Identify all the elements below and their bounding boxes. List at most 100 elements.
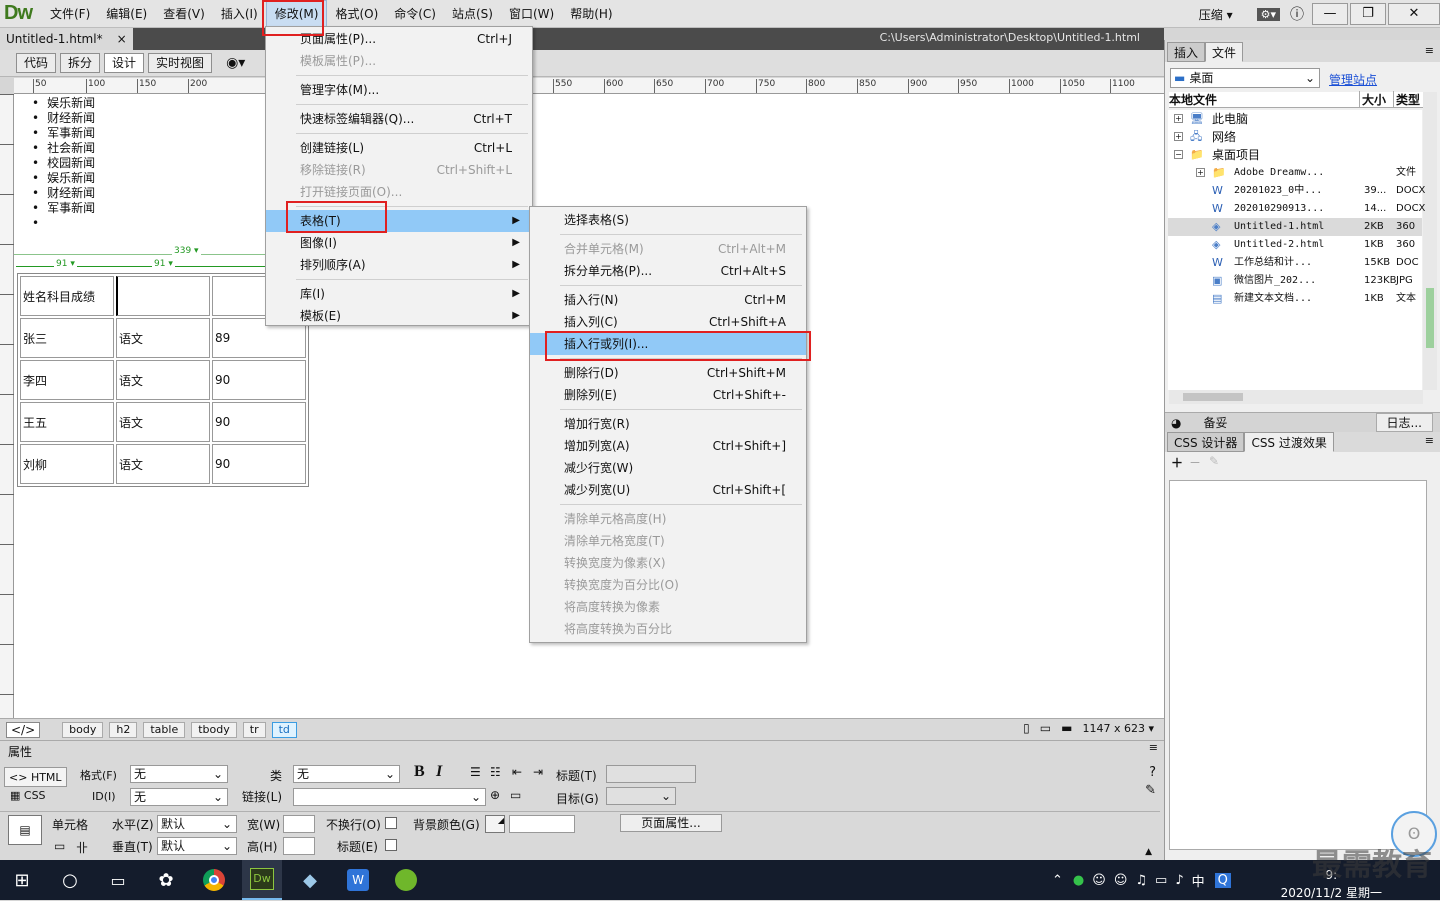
tab-files[interactable]: 文件: [1205, 42, 1244, 62]
menu-item[interactable]: 模板(E) ▶: [266, 305, 532, 327]
tag-td[interactable]: td: [271, 721, 297, 738]
table-cell[interactable]: 90: [212, 402, 306, 442]
bg-color-swatch[interactable]: ◢: [485, 815, 505, 833]
menu-item[interactable]: 快速标签编辑器(Q)... Ctrl+T: [266, 108, 532, 130]
title-input[interactable]: [606, 765, 696, 783]
split-cells-icon[interactable]: 卝: [76, 839, 88, 856]
header-checkbox[interactable]: [385, 839, 397, 851]
collapse-arrow-icon[interactable]: ▲: [1145, 847, 1152, 857]
browse-folder-icon[interactable]: ▭: [510, 788, 521, 802]
point-to-file-icon[interactable]: ⊕: [490, 788, 500, 802]
file-row[interactable]: ◈ Untitled-1.html 2KB 360: [1168, 218, 1422, 236]
file-row[interactable]: − 📁 桌面项目: [1168, 146, 1422, 164]
menu-7[interactable]: 站点(S): [444, 0, 501, 28]
globe-icon[interactable]: ◉▾: [226, 55, 245, 71]
bg-color-input[interactable]: [509, 815, 575, 833]
menu-2[interactable]: 查看(V): [155, 0, 213, 28]
melon-app-icon[interactable]: [386, 860, 426, 900]
merge-cells-icon[interactable]: ▭: [54, 839, 65, 853]
transitions-list[interactable]: [1169, 480, 1427, 850]
horizontal-scrollbar[interactable]: [1169, 390, 1423, 404]
help-icon[interactable]: ⓘ: [1290, 4, 1304, 24]
qq2-tray-icon[interactable]: ☺: [1114, 873, 1128, 888]
id-select[interactable]: 无 ⌄: [130, 788, 228, 806]
help-circle-icon[interactable]: ?: [1149, 765, 1156, 780]
menu-item[interactable]: 排列顺序(A) ▶: [266, 254, 532, 276]
menu-item[interactable]: 选择表格(S): [530, 209, 806, 231]
expand-toggle-icon[interactable]: +: [1174, 132, 1183, 141]
file-row[interactable]: ▣ 微信图片_202... 123KB JPG: [1168, 272, 1422, 290]
page-properties-button[interactable]: 页面属性...: [620, 814, 722, 832]
expand-toggle-icon[interactable]: +: [1174, 114, 1183, 123]
class-select[interactable]: 无 ⌄: [293, 765, 400, 783]
manage-sites-link[interactable]: 管理站点: [1329, 71, 1377, 88]
network-icon[interactable]: ▭: [1155, 873, 1167, 888]
mobile-size-icon[interactable]: ▯: [1023, 721, 1030, 735]
menu-item[interactable]: 减少列宽(U) Ctrl+Shift+[: [530, 479, 806, 501]
menu-item[interactable]: 拆分单元格(P)... Ctrl+Alt+S: [530, 260, 806, 282]
file-row[interactable]: + 📁 Adobe Dreamw... 文件: [1168, 164, 1422, 182]
minimize-button[interactable]: —: [1312, 3, 1348, 25]
notepad-app-icon[interactable]: ◆: [290, 860, 330, 900]
tag-tr[interactable]: tr: [242, 721, 266, 738]
code-navigator-icon[interactable]: </>: [6, 721, 41, 738]
live-view-button[interactable]: 实时视图: [148, 53, 213, 73]
menu-item[interactable]: 增加行宽(R): [530, 413, 806, 435]
bold-button[interactable]: B: [414, 763, 425, 781]
tag-table[interactable]: table: [143, 721, 186, 738]
dreamweaver-taskbar-icon[interactable]: Dw: [242, 860, 282, 900]
menu-1[interactable]: 编辑(E): [98, 0, 155, 28]
panel-options-icon[interactable]: ≡: [1425, 44, 1434, 57]
file-row[interactable]: W 20201029091З... 14... DOCX: [1168, 200, 1425, 218]
unordered-list-icon[interactable]: ☰: [470, 765, 481, 779]
edit-rule-icon[interactable]: ✎: [1145, 783, 1156, 798]
menu-5[interactable]: 格式(O): [327, 0, 386, 28]
table-cell[interactable]: 90: [212, 444, 306, 484]
file-row[interactable]: + 🖥 此电脑: [1168, 110, 1422, 128]
volume-icon[interactable]: ♪: [1175, 873, 1183, 888]
menu-item[interactable]: 增加列宽(A) Ctrl+Shift+]: [530, 435, 806, 457]
close-button[interactable]: ✕: [1388, 3, 1440, 25]
tag-body[interactable]: body: [62, 721, 104, 738]
menu-3[interactable]: 插入(I): [213, 0, 266, 28]
ordered-list-icon[interactable]: ☷: [490, 765, 501, 779]
menu-item[interactable]: 创建链接(L) Ctrl+L: [266, 137, 532, 159]
table-cell[interactable]: 语文: [116, 318, 210, 358]
add-transition-icon[interactable]: ＋: [1171, 454, 1183, 471]
remove-transition-icon[interactable]: －: [1189, 454, 1201, 471]
css-mode-button[interactable]: ▦ CSS: [10, 789, 46, 802]
menu-8[interactable]: 窗口(W): [501, 0, 562, 28]
file-list-scrollbar[interactable]: [1423, 92, 1437, 390]
target-select[interactable]: ⌄: [606, 787, 676, 805]
menu-0[interactable]: 文件(F): [42, 0, 98, 28]
tab-css-transitions[interactable]: CSS 过渡效果: [1244, 432, 1334, 452]
site-select[interactable]: ▬ 桌面 ⌄: [1170, 68, 1320, 88]
menu-item[interactable]: 插入列(C) Ctrl+Shift+A: [530, 311, 806, 333]
table-cell[interactable]: 张三: [20, 318, 114, 358]
table-cell[interactable]: 李四: [20, 360, 114, 400]
menu-item[interactable]: 插入行(N) Ctrl+M: [530, 289, 806, 311]
sync-icon[interactable]: ⚙▾: [1256, 7, 1280, 21]
horz-select[interactable]: 默认 ⌄: [157, 815, 237, 833]
table-cell[interactable]: 90: [212, 360, 306, 400]
tag-tbody[interactable]: tbody: [191, 721, 237, 738]
expand-toggle-icon[interactable]: +: [1196, 168, 1205, 177]
table-cell[interactable]: 语文: [116, 402, 210, 442]
table-cell[interactable]: 刘柳: [20, 444, 114, 484]
file-row[interactable]: W 20201023_0中... 39... DOCX: [1168, 182, 1425, 200]
table-cell[interactable]: 姓名科目成绩: [20, 276, 114, 316]
menu-item[interactable]: 删除列(E) Ctrl+Shift+-: [530, 384, 806, 406]
wps-writer-icon[interactable]: W: [338, 860, 378, 900]
menu-item[interactable]: 减少行宽(W): [530, 457, 806, 479]
html-mode-button[interactable]: <> HTML: [4, 767, 67, 787]
indent-icon[interactable]: ⇥: [533, 765, 543, 779]
show-hidden-icons[interactable]: ⌃: [1052, 873, 1063, 888]
link-input[interactable]: ⌄: [293, 788, 486, 806]
qq-tray-icon[interactable]: ☺: [1092, 873, 1106, 888]
table-cell[interactable]: 语文: [116, 360, 210, 400]
file-row[interactable]: + 🖧 网络: [1168, 128, 1422, 146]
desktop-size-icon[interactable]: ▬: [1061, 721, 1072, 735]
file-row[interactable]: ▤ 新建文本文档... 1KB 文本: [1168, 290, 1422, 308]
windows-start-icon[interactable]: ⊞: [2, 860, 42, 900]
qq-icon[interactable]: Q: [1214, 872, 1231, 888]
